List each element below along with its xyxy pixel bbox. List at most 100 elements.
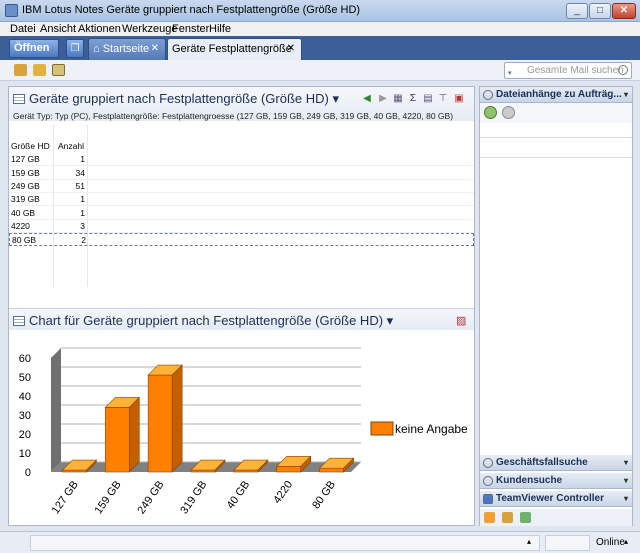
menu-ansicht[interactable]: Ansicht (40, 22, 76, 36)
chart-options-icon[interactable]: ▨ (456, 314, 466, 327)
attachments-panel-header[interactable]: Dateianhänge zu Aufträg... ▾ (480, 87, 632, 103)
table-row[interactable]: 40 GB 1 (9, 207, 474, 220)
search-icon (483, 476, 493, 486)
new-memo-icon[interactable] (14, 64, 27, 76)
back-arrow-icon[interactable]: ◀ (361, 93, 373, 105)
search-icon[interactable] (618, 65, 628, 75)
add-icon[interactable] (484, 106, 497, 119)
status-up-icon[interactable]: ▴ (527, 537, 531, 546)
folder-icon[interactable] (33, 64, 46, 76)
chart-grid-icon (13, 316, 25, 326)
maximize-button[interactable]: □ (589, 3, 611, 19)
bar-side (171, 364, 183, 473)
tab-bar: Öffnen ⇣ ❐ ⌂ Startseite ✕ Geräte Festpla… (0, 36, 640, 71)
cell-size: 249 GB (11, 181, 40, 191)
cell-size: 127 GB (11, 154, 40, 164)
attachments-title: Dateianhänge zu Aufträg... (496, 89, 622, 100)
column-divider (87, 125, 88, 287)
sum-icon[interactable]: Σ (407, 93, 419, 105)
y-tick-label: 20 (19, 429, 31, 441)
menu-hilfe[interactable]: Hilfe (209, 22, 231, 36)
cell-count: 51 (75, 181, 85, 191)
cell-size: 159 GB (11, 168, 40, 178)
view-title[interactable]: Geräte gruppiert nach Festplattengröße (… (13, 91, 339, 107)
cell-count: 3 (80, 221, 85, 231)
tab-startseite[interactable]: ⌂ Startseite ✕ (88, 38, 166, 60)
online-status[interactable]: Online (596, 537, 625, 548)
briefcase-icon[interactable] (502, 512, 513, 523)
bar[interactable] (104, 407, 130, 473)
status-dropdown-icon[interactable]: ▴ (624, 537, 628, 546)
calendar-icon[interactable] (52, 64, 65, 76)
bar[interactable] (276, 466, 302, 473)
cell-size: 4220 (11, 221, 30, 231)
chevron-down-icon[interactable]: ▾ (624, 491, 628, 506)
menu-aktionen[interactable]: Aktionen (78, 22, 121, 36)
menu-datei[interactable]: Datei (10, 22, 36, 36)
view-grid-icon (13, 94, 25, 104)
cell-size: 40 GB (11, 208, 36, 218)
table-row[interactable]: 4220 3 (9, 220, 474, 233)
home-icon: ⌂ (93, 43, 103, 55)
menu-werkzeuge[interactable]: Werkzeuge (122, 22, 177, 36)
bar-side (128, 396, 140, 473)
legend-swatch (370, 421, 394, 436)
export-icon[interactable]: ▣ (453, 93, 465, 105)
chart-title[interactable]: Chart für Geräte gruppiert nach Festplat… (13, 313, 393, 329)
table-view-icon[interactable]: ▦ (392, 93, 404, 105)
teamviewer-header[interactable]: TeamViewer Controller ▾ (480, 491, 632, 507)
window-title: IBM Lotus Notes Geräte gruppiert nach Fe… (22, 4, 361, 16)
chart-view-icon[interactable]: ▤ (422, 93, 434, 105)
minimize-button[interactable]: _ (566, 3, 588, 19)
remove-icon[interactable] (502, 106, 515, 119)
tab-geraete-festplattengroesse[interactable]: Geräte Festplattengröße ✕ (167, 38, 302, 60)
status-bar: ▴ Online ▴ (0, 531, 640, 553)
calendar-icon[interactable] (520, 512, 531, 523)
chevron-down-icon[interactable]: ▾ (624, 473, 628, 488)
cell-count: 1 (80, 208, 85, 218)
attachments-toolbar (480, 103, 632, 123)
close-tab-active-icon[interactable]: ✕ (287, 39, 295, 59)
chevron-down-icon[interactable]: ▾ (624, 455, 628, 470)
open-button[interactable]: Öffnen ⇣ (9, 39, 59, 71)
menu-fenster[interactable]: Fenster (172, 22, 209, 36)
search-input[interactable]: ▾ Gesamte Mail suchen (504, 62, 632, 79)
toolbar: ▾ Gesamte Mail suchen (0, 60, 640, 81)
view-title-text: Geräte gruppiert nach Festplattengröße (… (29, 91, 339, 106)
teamviewer-icon (483, 494, 493, 504)
y-tick-label: 30 (19, 410, 31, 422)
window-titlebar: IBM Lotus Notes Geräte gruppiert nach Fe… (0, 0, 640, 22)
feeds-icon[interactable] (484, 512, 495, 523)
cell-count: 1 (80, 154, 85, 164)
x-tick-label: 249 GB (135, 479, 166, 516)
table-row[interactable]: 249 GB 51 (9, 180, 474, 193)
column-header-anzahl[interactable]: Anzahl (58, 141, 84, 151)
close-tab-startseite-icon[interactable]: ✕ (151, 39, 159, 59)
y-tick-label: 60 (19, 353, 31, 365)
column-header-groesse[interactable]: Größe HD (11, 141, 50, 151)
right-sidebar: Dateianhänge zu Aufträg... ▾ Geschäftsfa… (479, 86, 633, 526)
close-window-button[interactable]: ✕ (612, 3, 636, 19)
forward-arrow-icon[interactable]: ▶ (377, 93, 389, 105)
y-tick-label: 0 (25, 467, 31, 479)
table-row[interactable]: 159 GB 34 (9, 167, 474, 180)
bar[interactable] (319, 467, 344, 473)
table-row-selected[interactable]: 80 GB 2 (9, 233, 474, 246)
x-tick-label: 127 GB (50, 479, 81, 516)
bar[interactable] (147, 374, 173, 473)
cell-size: 80 GB (12, 235, 37, 245)
chevron-down-icon[interactable]: ▾ (624, 87, 628, 102)
chart-side-wall (51, 348, 61, 472)
copy-window-icon[interactable]: ❐ (66, 39, 84, 58)
geschaeftsfallsuche-header[interactable]: Geschäftsfallsuche ▾ (480, 455, 632, 471)
table-row[interactable]: 319 GB 1 (9, 193, 474, 206)
x-tick-label: 4220 (271, 479, 295, 506)
filter-icon[interactable]: ⊤ (437, 93, 449, 105)
status-message-area (30, 535, 540, 551)
kundensuche-header[interactable]: Kundensuche ▾ (480, 473, 632, 489)
search-scope-dropdown-icon[interactable]: ▾ (508, 66, 523, 77)
section-title: TeamViewer Controller (496, 493, 604, 504)
bar-chart: 0 10 20 30 40 50 60 127 GB 159 GB 249 GB 319 GB 40 … (19, 347, 468, 516)
x-tick-label: 319 GB (178, 479, 209, 516)
table-row[interactable]: 127 GB 1 (9, 153, 474, 166)
